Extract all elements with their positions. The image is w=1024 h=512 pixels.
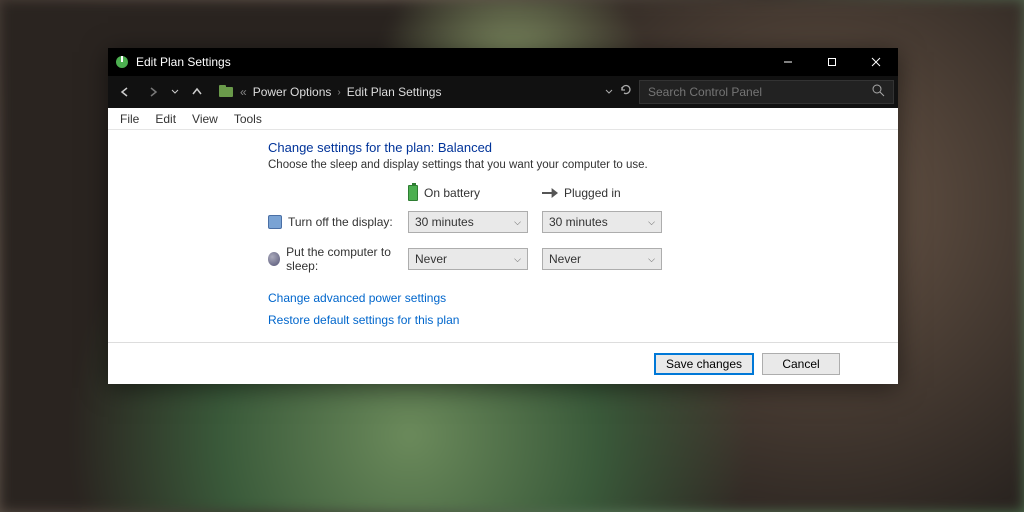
col-on-battery: On battery	[408, 185, 528, 201]
plug-icon	[542, 188, 558, 198]
save-button[interactable]: Save changes	[654, 353, 754, 375]
col-battery-label: On battery	[424, 186, 480, 200]
close-icon	[871, 57, 881, 67]
display-battery-dropdown[interactable]: 30 minutes ⌵	[408, 211, 528, 233]
breadcrumb[interactable]: « Power Options › Edit Plan Settings	[212, 80, 603, 104]
arrow-right-icon	[146, 85, 160, 99]
nav-toolbar: « Power Options › Edit Plan Settings	[108, 76, 898, 108]
col-plugged-in: Plugged in	[542, 185, 662, 201]
menu-file[interactable]: File	[112, 112, 147, 126]
page-title: Change settings for the plan: Balanced	[268, 140, 898, 155]
chevron-down-icon: ⌵	[648, 217, 655, 228]
recent-dropdown[interactable]	[168, 79, 182, 105]
window-title: Edit Plan Settings	[136, 55, 231, 69]
maximize-button[interactable]	[810, 48, 854, 76]
search-icon[interactable]	[872, 84, 885, 100]
breadcrumb-prefix: «	[240, 85, 247, 99]
menu-edit[interactable]: Edit	[147, 112, 184, 126]
row-display-label: Turn off the display:	[288, 215, 393, 229]
arrow-left-icon	[118, 85, 132, 99]
menu-tools[interactable]: Tools	[226, 112, 270, 126]
display-icon	[268, 215, 282, 229]
refresh-icon	[619, 83, 633, 97]
display-plugged-dropdown[interactable]: 30 minutes ⌵	[542, 211, 662, 233]
breadcrumb-dropdown[interactable]	[605, 83, 613, 101]
search-box[interactable]	[639, 80, 894, 104]
chevron-down-icon	[605, 88, 613, 96]
page-subtext: Choose the sleep and display settings th…	[268, 159, 898, 171]
chevron-down-icon: ⌵	[648, 254, 655, 265]
chevron-down-icon	[171, 88, 179, 96]
minimize-button[interactable]	[766, 48, 810, 76]
chevron-down-icon: ⌵	[514, 254, 521, 265]
row-put-computer-sleep: Put the computer to sleep: Never ⌵ Never…	[268, 245, 898, 273]
titlebar[interactable]: Edit Plan Settings	[108, 48, 898, 76]
breadcrumb-item-power-options[interactable]: Power Options	[253, 85, 332, 99]
close-button[interactable]	[854, 48, 898, 76]
footer-buttons: Save changes Cancel	[108, 342, 898, 384]
up-button[interactable]	[184, 79, 210, 105]
content-area: Change settings for the plan: Balanced C…	[108, 130, 898, 342]
app-icon	[114, 54, 130, 70]
menu-view[interactable]: View	[184, 112, 226, 126]
link-advanced-settings[interactable]: Change advanced power settings	[268, 291, 446, 305]
cancel-button[interactable]: Cancel	[762, 353, 840, 375]
arrow-up-icon	[190, 85, 204, 99]
maximize-icon	[827, 57, 837, 67]
search-input[interactable]	[648, 85, 872, 99]
col-plugged-label: Plugged in	[564, 186, 621, 200]
minimize-icon	[783, 57, 793, 67]
forward-button[interactable]	[140, 79, 166, 105]
row-sleep-label: Put the computer to sleep:	[286, 245, 408, 273]
menubar: File Edit View Tools	[108, 108, 898, 130]
battery-icon	[408, 185, 418, 201]
display-plugged-value: 30 minutes	[549, 215, 608, 229]
sleep-plugged-value: Never	[549, 252, 581, 266]
breadcrumb-sep-icon: ›	[337, 87, 340, 98]
link-restore-defaults[interactable]: Restore default settings for this plan	[268, 313, 459, 327]
edit-plan-settings-window: Edit Plan Settings « Power Op	[108, 48, 898, 384]
row-turn-off-display: Turn off the display: 30 minutes ⌵ 30 mi…	[268, 211, 898, 233]
chevron-down-icon: ⌵	[514, 217, 521, 228]
sleep-icon	[268, 252, 280, 266]
sleep-battery-dropdown[interactable]: Never ⌵	[408, 248, 528, 270]
links-section: Change advanced power settings Restore d…	[268, 291, 898, 327]
refresh-button[interactable]	[619, 83, 633, 102]
sleep-battery-value: Never	[415, 252, 447, 266]
sleep-plugged-dropdown[interactable]: Never ⌵	[542, 248, 662, 270]
column-headers: On battery Plugged in	[408, 185, 898, 201]
back-button[interactable]	[112, 79, 138, 105]
display-battery-value: 30 minutes	[415, 215, 474, 229]
breadcrumb-item-edit-plan[interactable]: Edit Plan Settings	[347, 85, 442, 99]
folder-icon	[218, 84, 234, 101]
